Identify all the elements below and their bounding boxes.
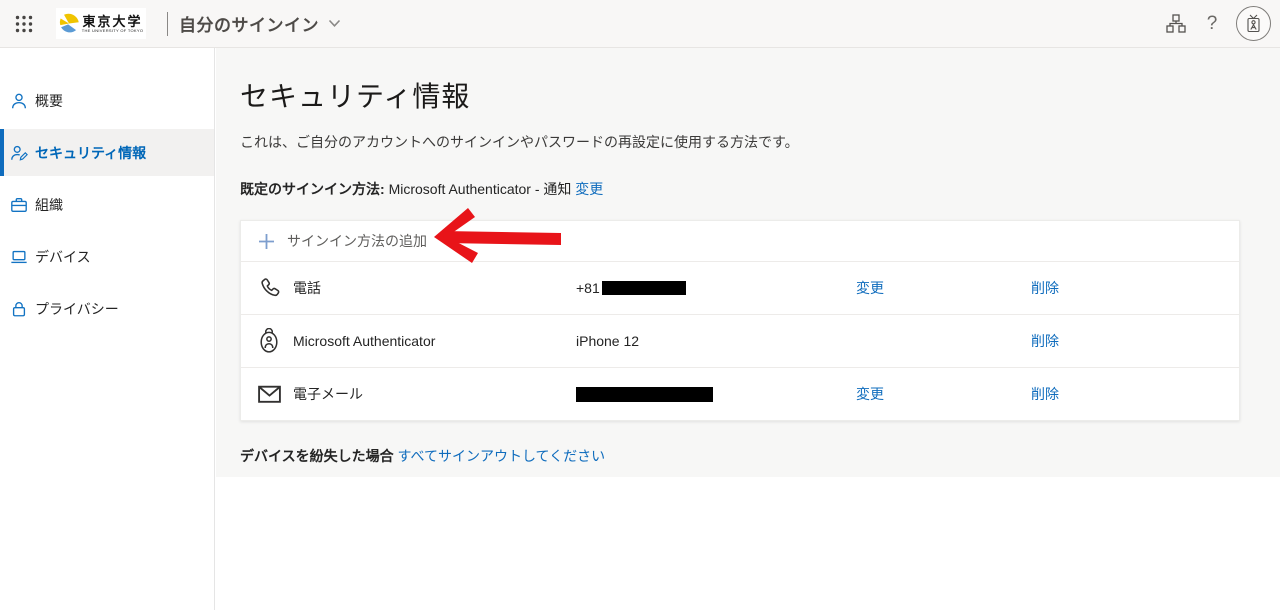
change-phone-link[interactable]: 変更 xyxy=(856,280,884,296)
default-method-label: 既定のサインイン方法: xyxy=(240,181,385,197)
logo-kanji-text: 東京大学 xyxy=(82,15,142,28)
lost-device-label: デバイスを紛失した場合 xyxy=(240,448,394,464)
sidebar-item-overview[interactable]: 概要 xyxy=(0,77,214,124)
sign-out-everywhere-link[interactable]: すべてサインアウトしてください xyxy=(397,448,605,464)
sidebar-item-organizations[interactable]: 組織 xyxy=(0,181,214,228)
app-title-menu[interactable]: 自分のサインイン xyxy=(179,11,341,36)
avatar xyxy=(1236,6,1271,41)
person-icon xyxy=(10,92,28,110)
account-avatar-button[interactable] xyxy=(1230,0,1276,48)
method-label: 電話 xyxy=(293,278,576,298)
org-chart-icon xyxy=(1166,14,1186,33)
sidebar-item-label: セキュリティ情報 xyxy=(35,143,146,163)
method-label: Microsoft Authenticator xyxy=(293,333,576,349)
method-row-phone: 電話 +81 変更 削除 xyxy=(241,261,1239,314)
ginkgo-leaf-icon xyxy=(59,12,79,35)
redacted-email-address xyxy=(576,387,713,402)
lock-icon xyxy=(10,300,28,318)
logo-subtext: THE UNIVERSITY OF TOKYO xyxy=(82,29,144,33)
add-sign-in-method-button[interactable]: サインイン方法の追加 xyxy=(241,221,1239,261)
sign-in-methods-table: サインイン方法の追加 電話 +81 変更 削除 xyxy=(240,220,1240,421)
change-default-method-link[interactable]: 変更 xyxy=(575,181,603,197)
lost-device-line: デバイスを紛失した場合 すべてサインアウトしてください xyxy=(240,446,1280,466)
person-edit-icon xyxy=(10,144,28,162)
sidebar-item-label: デバイス xyxy=(35,247,91,267)
sidebar-item-privacy[interactable]: プライバシー xyxy=(0,285,214,332)
change-email-link[interactable]: 変更 xyxy=(856,386,884,402)
delete-phone-link[interactable]: 削除 xyxy=(1031,280,1059,296)
question-mark-icon: ? xyxy=(1207,13,1218,35)
topbar-divider xyxy=(167,12,168,36)
email-icon xyxy=(257,384,293,404)
method-row-authenticator: Microsoft Authenticator iPhone 12 削除 xyxy=(241,314,1239,367)
sidebar: 概要 セキュリティ情報 組織 デバイス xyxy=(0,48,215,610)
university-logo[interactable]: 東京大学 THE UNIVERSITY OF TOKYO xyxy=(56,8,146,39)
default-signin-method-line: 既定のサインイン方法: Microsoft Authenticator - 通知… xyxy=(240,179,1280,199)
sidebar-item-label: プライバシー xyxy=(35,299,119,319)
sidebar-item-label: 組織 xyxy=(35,195,63,215)
method-row-email: 電子メール 変更 削除 xyxy=(241,367,1239,420)
page-description: これは、ご自分のアカウントへのサインインやパスワードの再設定に使用する方法です。 xyxy=(240,132,1280,152)
logo-text-block: 東京大学 THE UNIVERSITY OF TOKYO xyxy=(82,15,144,33)
plus-icon xyxy=(258,233,275,250)
method-value: iPhone 12 xyxy=(576,333,856,349)
method-value xyxy=(576,387,856,402)
help-button[interactable]: ? xyxy=(1194,0,1230,48)
phone-icon xyxy=(257,276,293,301)
sidebar-item-label: 概要 xyxy=(35,91,63,111)
delete-email-link[interactable]: 削除 xyxy=(1031,386,1059,402)
id-badge-avatar-icon xyxy=(1245,14,1262,33)
redacted-phone-number xyxy=(602,281,686,295)
authenticator-icon xyxy=(257,328,293,354)
default-method-value: Microsoft Authenticator - 通知 xyxy=(389,181,572,197)
page-title: セキュリティ情報 xyxy=(240,75,1280,115)
method-value: +81 xyxy=(576,280,856,296)
method-label: 電子メール xyxy=(293,384,576,404)
chevron-down-icon xyxy=(328,19,341,28)
delete-authenticator-link[interactable]: 削除 xyxy=(1031,333,1059,349)
switch-organization-button[interactable] xyxy=(1158,0,1194,48)
sidebar-item-security-info[interactable]: セキュリティ情報 xyxy=(0,129,214,176)
phone-prefix: +81 xyxy=(576,280,600,296)
add-method-label: サインイン方法の追加 xyxy=(287,231,427,251)
sidebar-item-devices[interactable]: デバイス xyxy=(0,233,214,280)
main-content: セキュリティ情報 これは、ご自分のアカウントへのサインインやパスワードの再設定に… xyxy=(216,48,1280,610)
laptop-icon xyxy=(10,248,28,266)
app-title: 自分のサインイン xyxy=(179,11,319,36)
briefcase-icon xyxy=(10,196,28,214)
top-bar: 東京大学 THE UNIVERSITY OF TOKYO 自分のサインイン ? xyxy=(0,0,1280,48)
waffle-icon xyxy=(15,15,33,33)
security-info-panel: セキュリティ情報 これは、ご自分のアカウントへのサインインやパスワードの再設定に… xyxy=(216,48,1280,477)
app-launcher-button[interactable] xyxy=(0,0,48,48)
